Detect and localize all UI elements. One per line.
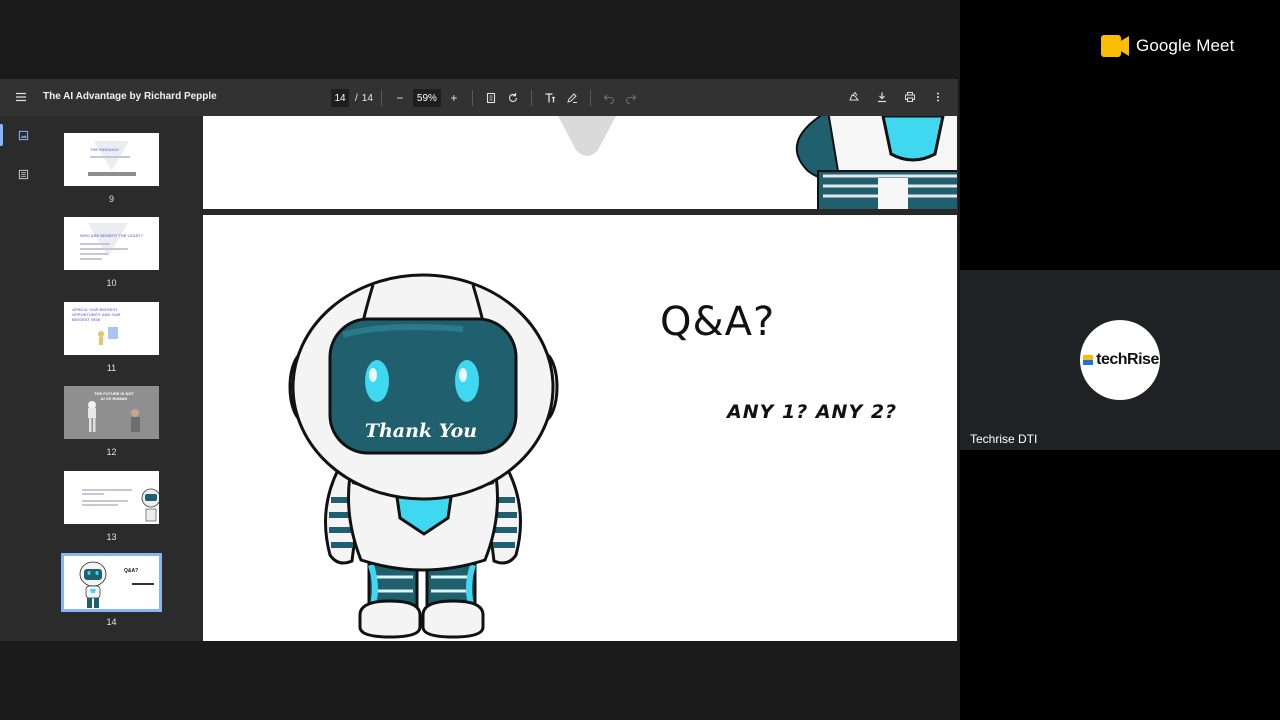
thumbnail-page-number: 14	[106, 617, 117, 627]
robot-human-icon	[88, 401, 140, 432]
thumbnail-page-12[interactable]: THE FUTURE IS NOT AI VS HUMAN 12	[64, 386, 159, 457]
menu-button[interactable]	[11, 87, 31, 107]
thumbnail-text-line	[80, 248, 128, 250]
thumbnail-image: AFRICA: OUR BIGGEST OPPORTUNITY AND OUR …	[64, 302, 159, 355]
avatar: techRise	[1080, 320, 1160, 400]
annotate-icon	[849, 91, 859, 101]
zoom-in-button[interactable]: +	[444, 88, 464, 108]
page-13	[203, 116, 957, 209]
screen-share-bottom-area	[0, 641, 960, 720]
rotate-icon	[508, 93, 517, 102]
fit-page-icon	[486, 92, 495, 104]
toolbar-right-actions	[844, 87, 948, 107]
image-icon	[18, 130, 28, 140]
participant-name: Techrise DTI	[970, 432, 1038, 446]
text-annotation-button[interactable]	[540, 88, 560, 108]
document-page-area[interactable]: Thank You Q&A? ANY 1? ANY 2?	[200, 116, 958, 641]
thumbnail-image: THE FUTURE IS NOT AI VS HUMAN	[64, 386, 159, 439]
thumbnail-image: THE PARADOX	[64, 133, 159, 186]
more-vert-icon	[937, 92, 939, 102]
slide-subtitle: ANY 1? ANY 2?	[727, 401, 898, 423]
robot-helmet	[288, 273, 559, 501]
thumbnail-page-13[interactable]: 13	[64, 471, 159, 542]
thumbnail-image	[64, 471, 159, 524]
pdf-toolbar: The AI Advantage by Richard Pepple / 14 …	[0, 79, 958, 116]
toolbar-divider	[589, 90, 591, 106]
thumbnail-image: Q&A?	[61, 553, 162, 612]
google-meet-logo: Google Meet	[1101, 35, 1234, 57]
meet-camera-icon	[1101, 35, 1129, 57]
rotate-button[interactable]	[503, 88, 523, 108]
toolbar-divider	[380, 90, 382, 106]
slide-13-graphics	[558, 116, 957, 209]
astronaut-robot-illustration: Thank You	[288, 273, 559, 639]
shared-screen: The AI Advantage by Richard Pepple / 14 …	[0, 0, 960, 720]
thumbnail-page-number: 13	[106, 532, 117, 542]
robot-icon	[795, 116, 957, 209]
print-icon	[905, 92, 915, 102]
thumbnail-list: THE PARADOX 9 WHO ARE BENEFIT THE LEAST?	[44, 116, 200, 641]
thumbnail-image: WHO ARE BENEFIT THE LEAST?	[64, 217, 159, 270]
page-controls: / 14 − +	[331, 88, 641, 108]
thumbnail-heading: WHO ARE BENEFIT THE LEAST?	[80, 233, 144, 238]
watermark-shape	[558, 116, 616, 156]
meet-logo-text: Google Meet	[1136, 36, 1235, 55]
page-14-slide: Thank You Q&A? ANY 1? ANY 2?	[203, 215, 957, 641]
redo-icon	[625, 94, 637, 104]
outline-view-button[interactable]	[13, 164, 33, 184]
redo-button[interactable]	[621, 88, 641, 108]
thumbnail-bar	[88, 172, 136, 176]
download-icon	[878, 92, 886, 103]
toolbar-divider	[530, 90, 532, 106]
avatar-logo-text: techRise	[1096, 351, 1159, 368]
thumbnail-heading: THE PARADOX	[90, 147, 119, 152]
page-number-input[interactable]	[331, 89, 349, 107]
thumbnail-text-line	[80, 243, 110, 245]
techrise-logo-icon	[1083, 355, 1094, 365]
thumbnail-text-line	[80, 258, 102, 260]
participant-tile[interactable]: techRise Techrise DTI	[960, 270, 1280, 450]
print-button[interactable]	[900, 87, 920, 107]
thumbnail-page-number: 9	[108, 194, 114, 204]
undo-icon	[603, 94, 614, 104]
thumbnail-page-number: 11	[106, 363, 117, 373]
more-options-button[interactable]	[928, 87, 948, 107]
slide-watermark-icon	[88, 223, 128, 257]
outline-icon	[18, 169, 28, 179]
document-title: The AI Advantage by Richard Pepple	[43, 91, 217, 102]
slide-title: Q&A?	[660, 299, 776, 345]
annotate-button[interactable]	[844, 87, 864, 107]
thumbnail-page-9[interactable]: THE PARADOX 9	[64, 133, 159, 204]
thumbnail-page-14[interactable]: Q&A? 14	[61, 553, 162, 627]
thumbnail-text-line	[90, 156, 130, 158]
pdf-viewer: The AI Advantage by Richard Pepple / 14 …	[0, 79, 958, 641]
thumbnail-page-10[interactable]: WHO ARE BENEFIT THE LEAST? 10	[64, 217, 159, 288]
hamburger-icon	[16, 92, 26, 102]
thumbnail-text-line	[80, 253, 108, 255]
robot-visor-text: Thank You	[365, 420, 477, 442]
thumbnail-page-11[interactable]: AFRICA: OUR BIGGEST OPPORTUNITY AND OUR …	[64, 302, 159, 373]
draw-icon	[567, 93, 577, 103]
page-separator: /	[355, 92, 358, 104]
download-button[interactable]	[872, 87, 892, 107]
slide-watermark-icon	[94, 141, 129, 171]
undo-button[interactable]	[599, 88, 619, 108]
fit-page-button[interactable]	[481, 88, 501, 108]
total-pages: 14	[361, 92, 373, 104]
robot-icon	[141, 488, 159, 522]
toolbar-divider	[471, 90, 473, 106]
thumbnail-heading: Q&A?	[124, 568, 139, 574]
zoom-out-button[interactable]: −	[390, 88, 410, 108]
thumbnails-view-button[interactable]	[13, 125, 33, 145]
active-indicator	[0, 124, 3, 146]
figure-icon	[98, 327, 118, 345]
meet-panel: Google Meet techRise Techrise DTI	[960, 0, 1280, 720]
sidebar-rail	[0, 116, 44, 641]
zoom-input[interactable]	[412, 89, 441, 107]
thumbnail-page-number: 10	[106, 278, 117, 288]
text-icon	[545, 93, 555, 103]
draw-button[interactable]	[562, 88, 582, 108]
thumbnail-text-line	[132, 583, 154, 585]
thumbnail-page-number: 12	[106, 447, 117, 457]
